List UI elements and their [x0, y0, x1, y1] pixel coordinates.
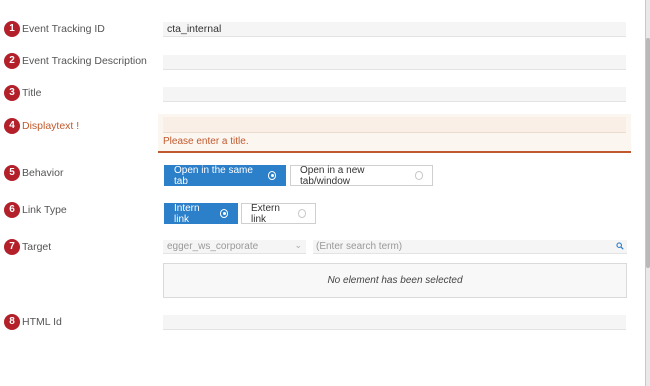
chevron-down-icon: ⌄: [294, 240, 302, 250]
displaytext-error-container: Please enter a title.: [158, 114, 631, 153]
radio-selected-icon: [219, 209, 228, 218]
behavior-new-tab-option[interactable]: Open in a new tab/window: [290, 164, 433, 187]
event-tracking-description-label: Event Tracking Description: [22, 55, 147, 67]
radio-unselected-icon: [297, 209, 306, 218]
target-label: Target: [22, 241, 52, 253]
title-input[interactable]: [163, 87, 626, 102]
link-type-intern-option[interactable]: Intern link: [164, 202, 238, 225]
search-icon[interactable]: [616, 242, 624, 250]
behavior-same-tab-label: Open in the same tab: [174, 164, 253, 187]
displaytext-input[interactable]: [163, 117, 626, 133]
displaytext-error-message: Please enter a title.: [163, 136, 249, 147]
step-badge-8: 8: [4, 314, 20, 330]
step-badge-5: 5: [4, 165, 20, 181]
html-id-input[interactable]: [163, 315, 626, 330]
target-empty-message: No element has been selected: [327, 275, 463, 286]
link-type-intern-label: Intern link: [174, 202, 200, 225]
step-badge-6: 6: [4, 202, 20, 218]
link-type-extern-label: Extern link: [251, 202, 280, 225]
event-tracking-id-input[interactable]: cta_internal: [163, 22, 626, 37]
required-mark: !: [76, 120, 80, 132]
title-label: Title: [22, 87, 42, 99]
event-tracking-description-input[interactable]: [163, 55, 626, 70]
step-badge-1: 1: [4, 21, 20, 37]
link-type-extern-option[interactable]: Extern link: [241, 202, 316, 225]
link-type-label: Link Type: [22, 204, 67, 216]
target-search-placeholder: (Enter search term): [316, 241, 403, 252]
step-badge-3: 3: [4, 85, 20, 101]
vertical-scrollbar[interactable]: [646, 0, 650, 386]
radio-selected-icon: [267, 171, 276, 180]
displaytext-label: Displaytext !: [22, 120, 79, 132]
target-selection-box: No element has been selected: [163, 263, 627, 298]
scrollbar-thumb[interactable]: [646, 38, 650, 268]
behavior-same-tab-option[interactable]: Open in the same tab: [164, 164, 286, 187]
step-badge-4: 4: [4, 118, 20, 134]
form-panel: 1 Event Tracking ID cta_internal 2 Event…: [0, 0, 646, 386]
html-id-label: HTML Id: [22, 316, 62, 328]
behavior-label: Behavior: [22, 167, 64, 179]
target-search-input[interactable]: (Enter search term): [313, 240, 627, 254]
target-site-select[interactable]: egger_ws_corporate ⌄: [163, 240, 306, 254]
radio-unselected-icon: [414, 171, 423, 180]
step-badge-2: 2: [4, 53, 20, 69]
event-tracking-id-label: Event Tracking ID: [22, 23, 105, 35]
target-site-select-value: egger_ws_corporate: [167, 241, 259, 252]
displaytext-label-text: Displaytext: [22, 120, 74, 132]
behavior-new-tab-label: Open in a new tab/window: [300, 164, 365, 187]
step-badge-7: 7: [4, 239, 20, 255]
